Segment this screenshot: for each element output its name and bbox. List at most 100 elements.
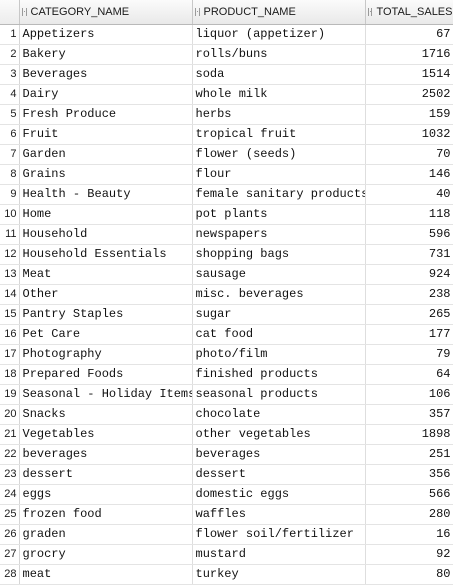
table-row[interactable]: 19 Seasonal - Holiday Items seasonal produ… bbox=[0, 384, 453, 405]
total-sales-cell[interactable]: 1716 bbox=[365, 44, 453, 65]
column-header-total-sales[interactable]: TOTAL_SALES bbox=[365, 0, 453, 25]
row-number-cell[interactable]: 18 bbox=[0, 364, 20, 385]
row-number-cell[interactable]: 16 bbox=[0, 324, 20, 345]
total-sales-cell[interactable]: 67 bbox=[365, 24, 453, 45]
product-name-cell[interactable]: tropical fruit bbox=[192, 124, 366, 145]
product-name-cell[interactable]: misc. beverages bbox=[192, 284, 366, 305]
row-number-cell[interactable]: 21 bbox=[0, 424, 20, 445]
product-name-cell[interactable]: flower (seeds) bbox=[192, 144, 366, 165]
row-number-cell[interactable]: 27 bbox=[0, 544, 20, 565]
table-row[interactable]: 11 Household newspapers 596 bbox=[0, 224, 453, 245]
table-row[interactable]: 12 Household Essentials shopping bags 731 bbox=[0, 244, 453, 265]
total-sales-cell[interactable]: 280 bbox=[365, 504, 453, 525]
category-name-cell[interactable]: frozen food bbox=[19, 504, 193, 525]
table-row[interactable]: 8 Grains flour 146 bbox=[0, 164, 453, 185]
total-sales-cell[interactable]: 79 bbox=[365, 344, 453, 365]
product-name-cell[interactable]: flower soil/fertilizer bbox=[192, 524, 366, 545]
total-sales-cell[interactable]: 1898 bbox=[365, 424, 453, 445]
total-sales-cell[interactable]: 177 bbox=[365, 324, 453, 345]
total-sales-cell[interactable]: 357 bbox=[365, 404, 453, 425]
product-name-cell[interactable]: beverages bbox=[192, 444, 366, 465]
total-sales-cell[interactable]: 16 bbox=[365, 524, 453, 545]
product-name-cell[interactable]: herbs bbox=[192, 104, 366, 125]
category-name-cell[interactable]: Seasonal - Holiday Items bbox=[19, 384, 193, 405]
row-number-cell[interactable]: 12 bbox=[0, 244, 20, 265]
category-name-cell[interactable]: Prepared Foods bbox=[19, 364, 193, 385]
total-sales-cell[interactable]: 2502 bbox=[365, 84, 453, 105]
table-row[interactable]: 20 Snacks chocolate 357 bbox=[0, 404, 453, 425]
row-number-cell[interactable]: 5 bbox=[0, 104, 20, 125]
row-number-cell[interactable]: 6 bbox=[0, 124, 20, 145]
table-row[interactable]: 6 Fruit tropical fruit 1032 bbox=[0, 124, 453, 145]
total-sales-cell[interactable]: 118 bbox=[365, 204, 453, 225]
row-number-cell[interactable]: 17 bbox=[0, 344, 20, 365]
product-name-cell[interactable]: female sanitary products bbox=[192, 184, 366, 205]
product-name-cell[interactable]: shopping bags bbox=[192, 244, 366, 265]
category-name-cell[interactable]: Snacks bbox=[19, 404, 193, 425]
table-row[interactable]: 21 Vegetables other vegetables 1898 bbox=[0, 424, 453, 445]
category-name-cell[interactable]: Dairy bbox=[19, 84, 193, 105]
row-number-cell[interactable]: 4 bbox=[0, 84, 20, 105]
row-number-cell[interactable]: 28 bbox=[0, 564, 20, 585]
total-sales-cell[interactable]: 64 bbox=[365, 364, 453, 385]
row-number-cell[interactable]: 23 bbox=[0, 464, 20, 485]
total-sales-cell[interactable]: 356 bbox=[365, 464, 453, 485]
total-sales-cell[interactable]: 70 bbox=[365, 144, 453, 165]
product-name-cell[interactable]: finished products bbox=[192, 364, 366, 385]
category-name-cell[interactable]: Appetizers bbox=[19, 24, 193, 45]
product-name-cell[interactable]: cat food bbox=[192, 324, 366, 345]
row-number-cell[interactable]: 13 bbox=[0, 264, 20, 285]
category-name-cell[interactable]: Fruit bbox=[19, 124, 193, 145]
total-sales-cell[interactable]: 92 bbox=[365, 544, 453, 565]
table-row[interactable]: 26 graden flower soil/fertilizer 16 bbox=[0, 524, 453, 545]
category-name-cell[interactable]: grocry bbox=[19, 544, 193, 565]
row-number-cell[interactable]: 15 bbox=[0, 304, 20, 325]
product-name-cell[interactable]: soda bbox=[192, 64, 366, 85]
column-header-category-name[interactable]: CATEGORY_NAME bbox=[19, 0, 193, 25]
category-name-cell[interactable]: Bakery bbox=[19, 44, 193, 65]
category-name-cell[interactable]: Home bbox=[19, 204, 193, 225]
row-number-cell[interactable]: 25 bbox=[0, 504, 20, 525]
row-number-cell[interactable]: 26 bbox=[0, 524, 20, 545]
table-row[interactable]: 25 frozen food waffles 280 bbox=[0, 504, 453, 525]
total-sales-cell[interactable]: 924 bbox=[365, 264, 453, 285]
category-name-cell[interactable]: dessert bbox=[19, 464, 193, 485]
table-row[interactable]: 14 Other misc. beverages 238 bbox=[0, 284, 453, 305]
total-sales-cell[interactable]: 40 bbox=[365, 184, 453, 205]
category-name-cell[interactable]: Fresh Produce bbox=[19, 104, 193, 125]
product-name-cell[interactable]: turkey bbox=[192, 564, 366, 585]
total-sales-cell[interactable]: 265 bbox=[365, 304, 453, 325]
row-number-cell[interactable]: 1 bbox=[0, 24, 20, 45]
category-name-cell[interactable]: beverages bbox=[19, 444, 193, 465]
row-number-cell[interactable]: 8 bbox=[0, 164, 20, 185]
row-number-cell[interactable]: 19 bbox=[0, 384, 20, 405]
category-name-cell[interactable]: Grains bbox=[19, 164, 193, 185]
row-number-cell[interactable]: 9 bbox=[0, 184, 20, 205]
category-name-cell[interactable]: Other bbox=[19, 284, 193, 305]
category-name-cell[interactable]: Health - Beauty bbox=[19, 184, 193, 205]
column-header-product-name[interactable]: PRODUCT_NAME bbox=[192, 0, 366, 25]
category-name-cell[interactable]: Pet Care bbox=[19, 324, 193, 345]
table-row[interactable]: 22 beverages beverages 251 bbox=[0, 444, 453, 465]
total-sales-cell[interactable]: 238 bbox=[365, 284, 453, 305]
product-name-cell[interactable]: newspapers bbox=[192, 224, 366, 245]
row-number-cell[interactable]: 24 bbox=[0, 484, 20, 505]
row-number-cell[interactable]: 10 bbox=[0, 204, 20, 225]
category-name-cell[interactable]: Household bbox=[19, 224, 193, 245]
product-name-cell[interactable]: rolls/buns bbox=[192, 44, 366, 65]
category-name-cell[interactable]: Photography bbox=[19, 344, 193, 365]
total-sales-cell[interactable]: 251 bbox=[365, 444, 453, 465]
product-name-cell[interactable]: other vegetables bbox=[192, 424, 366, 445]
total-sales-cell[interactable]: 80 bbox=[365, 564, 453, 585]
row-number-header[interactable] bbox=[0, 0, 20, 25]
row-number-cell[interactable]: 20 bbox=[0, 404, 20, 425]
table-row[interactable]: 13 Meat sausage 924 bbox=[0, 264, 453, 285]
table-row[interactable]: 17 Photography photo/film 79 bbox=[0, 344, 453, 365]
category-name-cell[interactable]: Household Essentials bbox=[19, 244, 193, 265]
table-row[interactable]: 1 Appetizers liquor (appetizer) 67 bbox=[0, 24, 453, 45]
product-name-cell[interactable]: flour bbox=[192, 164, 366, 185]
product-name-cell[interactable]: chocolate bbox=[192, 404, 366, 425]
row-number-cell[interactable]: 2 bbox=[0, 44, 20, 65]
row-number-cell[interactable]: 11 bbox=[0, 224, 20, 245]
product-name-cell[interactable]: mustard bbox=[192, 544, 366, 565]
